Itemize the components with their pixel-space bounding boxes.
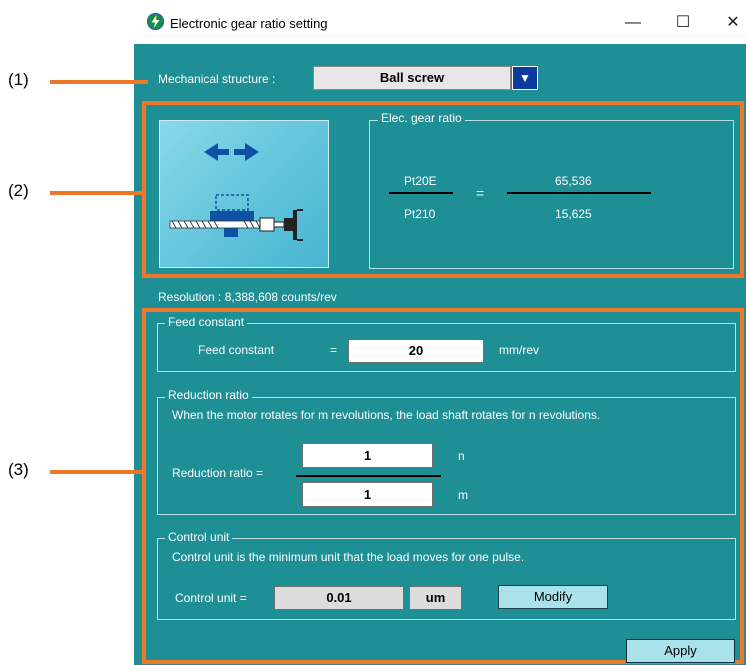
callout-1-line <box>50 80 148 84</box>
feed-constant-legend: Feed constant <box>165 315 248 329</box>
feed-constant-input[interactable]: 20 <box>348 339 484 363</box>
reduction-ratio-label: Reduction ratio = <box>172 466 264 480</box>
mechanical-structure-select[interactable]: Ball screw <box>313 66 511 90</box>
elec-gear-ratio-group <box>369 120 734 269</box>
callout-3: (3) <box>8 460 29 479</box>
callout-2-line <box>50 191 145 195</box>
ball-screw-mechanism-icon <box>159 120 329 268</box>
value-fraction-line <box>507 192 651 194</box>
feed-constant-equals: = <box>330 343 338 357</box>
reduction-ratio-legend: Reduction ratio <box>165 388 252 402</box>
denominator-value: 15,625 <box>555 207 592 221</box>
callout-2: (2) <box>8 181 29 200</box>
apply-button[interactable]: Apply <box>626 639 735 663</box>
callout-1: (1) <box>8 70 29 89</box>
control-unit-legend: Control unit <box>165 530 233 544</box>
ball-screw-illustration <box>169 143 303 241</box>
mechanical-structure-label: Mechanical structure : <box>158 72 276 86</box>
reduction-fraction-line <box>296 475 441 477</box>
maximize-button[interactable]: ☐ <box>660 8 706 38</box>
feed-constant-unit: mm/rev <box>499 343 539 357</box>
close-button[interactable]: ✕ <box>710 8 746 38</box>
denominator-param: Pt210 <box>404 207 436 221</box>
control-unit-label: Control unit = <box>175 591 247 605</box>
minimize-button[interactable]: — <box>610 8 656 38</box>
app-lightning-icon <box>147 13 164 30</box>
chevron-down-icon[interactable]: ▼ <box>512 66 538 90</box>
control-unit-description: Control unit is the minimum unit that th… <box>172 550 525 564</box>
elec-gear-ratio-legend: Elec. gear ratio <box>378 111 465 125</box>
reduction-ratio-description: When the motor rotates for m revolutions… <box>172 408 601 422</box>
resolution-text: Resolution : 8,388,608 counts/rev <box>158 290 337 304</box>
numerator-param: Pt20E <box>404 174 437 188</box>
window-title: Electronic gear ratio setting <box>170 16 328 31</box>
param-fraction-line <box>389 192 453 194</box>
reduction-ratio-n-input[interactable]: 1 <box>302 443 433 468</box>
gear-ratio-equals: = <box>476 185 485 201</box>
feed-constant-label: Feed constant <box>198 343 275 357</box>
reduction-ratio-m-label: m <box>458 488 468 502</box>
control-unit-value: 0.01 <box>274 586 404 610</box>
reduction-ratio-m-input[interactable]: 1 <box>302 482 433 507</box>
callout-3-line <box>50 470 145 474</box>
control-unit-unit: um <box>409 586 462 610</box>
reduction-ratio-n-label: n <box>458 449 465 463</box>
numerator-value: 65,536 <box>555 174 592 188</box>
modify-button[interactable]: Modify <box>498 585 608 609</box>
